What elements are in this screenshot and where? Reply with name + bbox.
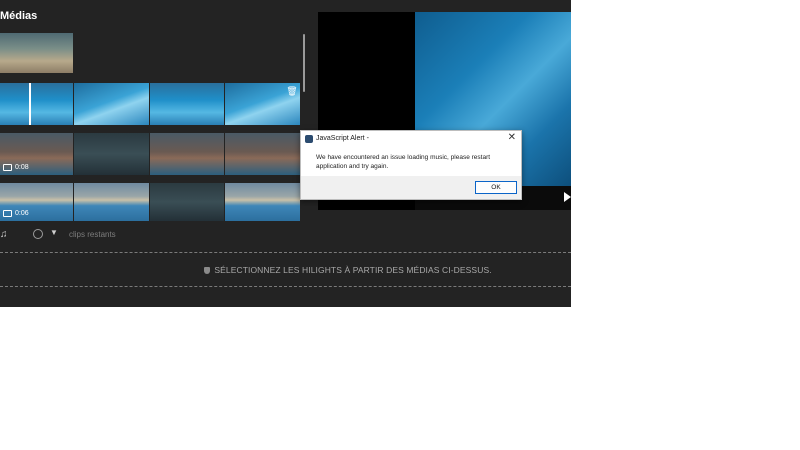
dialog-message: We have encountered an issue loading mus…: [316, 154, 491, 170]
timeline-divider-bottom: [0, 286, 571, 287]
video-camera-icon: [3, 210, 12, 217]
media-panel-title: Médias: [0, 10, 38, 22]
clip-thumbnail[interactable]: [150, 133, 224, 175]
ok-button[interactable]: OK: [475, 181, 517, 194]
timeline-hint-text: SÉLECTIONNEZ LES HILIGHTS À PARTIR DES M…: [214, 265, 492, 275]
javascript-alert-dialog: JavaScript Alert - ✕ We have encountered…: [300, 130, 522, 200]
clip-thumbnail[interactable]: [74, 183, 149, 221]
playhead-marker[interactable]: [29, 83, 31, 125]
media-thumbnail-swimmer[interactable]: [150, 83, 224, 125]
media-thumbnail-pool-selected[interactable]: [0, 83, 73, 125]
clip-thumbnail[interactable]: [225, 133, 300, 175]
clip-thumbnail[interactable]: [150, 183, 224, 221]
timeline-hint: SÉLECTIONNEZ LES HILIGHTS À PARTIR DES M…: [0, 265, 571, 275]
video-camera-icon: [3, 164, 12, 171]
media-thumbnail-diver[interactable]: [74, 83, 149, 125]
clips-remaining-label: clips restants: [69, 230, 116, 239]
chevron-down-icon[interactable]: ▼: [50, 228, 58, 237]
shield-icon: [204, 267, 211, 274]
media-thumbnail-pool[interactable]: 🗑: [225, 83, 300, 125]
clip-thumbnail[interactable]: 0:08: [0, 133, 73, 175]
close-icon[interactable]: ✕: [508, 132, 516, 143]
trash-icon[interactable]: 🗑: [286, 85, 298, 97]
clip-thumbnail[interactable]: [225, 183, 300, 221]
clip-duration-badge: 0:06: [3, 210, 29, 217]
play-icon[interactable]: [564, 192, 571, 202]
clip-duration: 0:08: [15, 164, 29, 171]
dialog-body: We have encountered an issue loading mus…: [301, 147, 521, 176]
media-thumbnail-beach[interactable]: [0, 33, 73, 73]
clip-duration-badge: 0:08: [3, 164, 29, 171]
clip-thumbnail[interactable]: 0:06: [0, 183, 73, 221]
app-icon: [305, 135, 313, 143]
dialog-title: JavaScript Alert -: [316, 135, 369, 142]
timeline-divider-top: [0, 252, 571, 253]
music-icon[interactable]: ♫: [0, 229, 8, 240]
timeline-toolbar: ♫ ▼ clips restants: [0, 224, 571, 246]
clock-icon[interactable]: [33, 229, 43, 239]
media-scrollbar[interactable]: [303, 34, 305, 92]
clip-thumbnail[interactable]: [74, 133, 149, 175]
clip-duration: 0:06: [15, 210, 29, 217]
dialog-titlebar: JavaScript Alert - ✕: [301, 131, 521, 147]
